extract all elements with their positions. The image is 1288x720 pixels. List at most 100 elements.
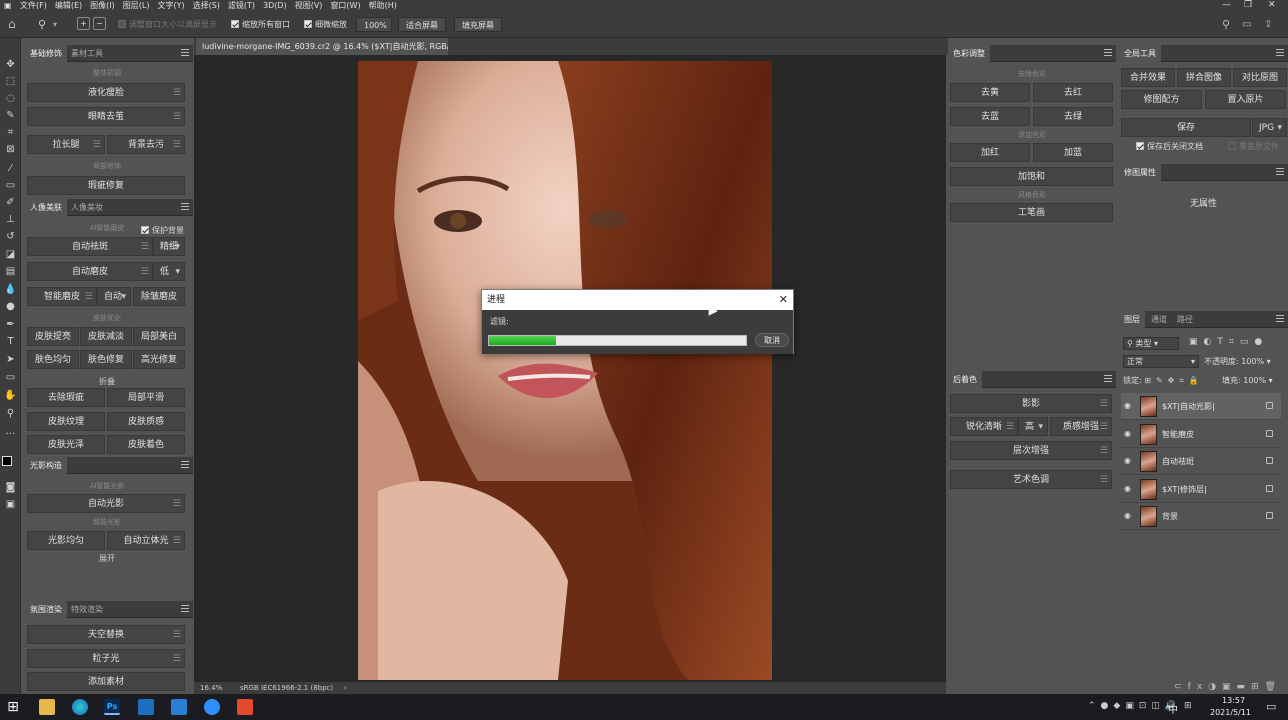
zoom-out-icon[interactable]: − <box>93 17 106 30</box>
layer-row[interactable]: ◉ $XT|自动光影| <box>1121 393 1281 420</box>
settings-icon[interactable]: ☰ <box>85 288 93 305</box>
menu-select[interactable]: 选择(S) <box>189 0 224 11</box>
tone-fix-button[interactable]: 肤色修复 <box>80 350 132 369</box>
panel-menu-icon[interactable] <box>181 461 189 468</box>
add-saturation-button[interactable]: 加饱和 <box>950 167 1113 186</box>
settings-icon[interactable]: ☰ <box>141 263 149 280</box>
frame-tool-icon[interactable]: ⊠ <box>4 143 17 156</box>
retouch-recipe-button[interactable]: 修图配方 <box>1121 90 1202 109</box>
even-tone-button[interactable]: 肤色均匀 <box>27 350 79 369</box>
tab-paths[interactable]: 路径 <box>1172 311 1198 328</box>
move-tool-icon[interactable]: ✥ <box>4 58 17 71</box>
eye-icon[interactable]: ◉ <box>1124 512 1134 520</box>
sharpen-button[interactable]: 锐化清晰 ☰ <box>950 417 1018 436</box>
gongbi-button[interactable]: 工笔画 <box>950 203 1113 222</box>
auto-3d-light-button[interactable]: 自动立体光 ☰ <box>107 531 185 550</box>
menu-3d[interactable]: 3D(D) <box>259 0 291 11</box>
auto-smooth-level-select[interactable]: 低 <box>153 262 185 281</box>
panel-menu-icon[interactable] <box>1104 375 1112 382</box>
settings-icon[interactable]: ☰ <box>1100 471 1108 488</box>
wrinkle-button[interactable]: 除皱磨皮 <box>133 287 185 306</box>
layer-row[interactable]: ◉ 自动祛斑 <box>1121 448 1281 475</box>
eyedropper-tool-icon[interactable]: ⁄ <box>4 162 17 175</box>
home-icon[interactable]: ⌂ <box>8 17 16 32</box>
merge-effects-button[interactable]: 合并效果 <box>1121 68 1175 87</box>
tab-post-color[interactable]: 后着色 <box>948 371 982 388</box>
file-explorer-icon[interactable] <box>39 699 55 715</box>
portrait-photo[interactable] <box>358 61 772 680</box>
place-original-button[interactable]: 置入原片 <box>1205 90 1286 109</box>
windows-start-icon[interactable]: ⊞ <box>5 699 21 715</box>
status-chevron-icon[interactable]: › <box>344 682 347 694</box>
collapse-link[interactable]: 折叠 <box>25 376 189 387</box>
skin-texture-button[interactable]: 皮肤纹理 <box>27 412 105 431</box>
tab-global-tools[interactable]: 全局工具 <box>1119 45 1161 62</box>
more-tools-icon[interactable]: … <box>4 425 17 438</box>
sky-replace-button[interactable]: 天空替换 ☰ <box>27 625 185 644</box>
skin-color-button[interactable]: 皮肤着色 <box>107 435 185 454</box>
tab-light-shadow[interactable]: 光影构造 <box>25 457 67 474</box>
layer-row[interactable]: ◉ 智能磨皮 <box>1121 421 1281 448</box>
ps-logo-icon[interactable]: ▣ <box>0 0 16 11</box>
search-icon[interactable]: ⚲ <box>1222 17 1230 32</box>
art-tone-button[interactable]: 艺术色调 ☰ <box>950 470 1112 489</box>
smart-smooth-mode-select[interactable]: 自动 <box>97 287 131 306</box>
shadow-button[interactable]: 影影 ☰ <box>950 394 1112 413</box>
remove-red-button[interactable]: 去红 <box>1033 83 1113 102</box>
zoom-tool-icon[interactable]: ⚲ <box>38 17 46 32</box>
panel-menu-icon[interactable] <box>1276 49 1284 56</box>
protect-bg-checkbox[interactable]: 保护背景 <box>141 225 184 236</box>
expand-link[interactable]: 展开 <box>25 553 189 564</box>
particle-light-button[interactable]: 粒子光 ☰ <box>27 649 185 668</box>
close-after-save-checkbox[interactable]: 保存后关闭文档 <box>1136 141 1203 152</box>
tab-channels[interactable]: 通道 <box>1146 311 1172 328</box>
color-profile[interactable]: sRGB IEC61966-2.1 (8bpc) <box>240 682 333 694</box>
tab-atmosphere[interactable]: 氛围渲染 <box>25 601 67 618</box>
overwrite-checkbox[interactable]: 覆盖原文件 <box>1228 141 1279 152</box>
gradient-tool-icon[interactable]: ▤ <box>4 265 17 278</box>
zoom-in-icon[interactable]: + <box>77 17 90 30</box>
format-select[interactable]: JPG <box>1252 118 1287 137</box>
opacity-value[interactable]: 100% <box>1241 357 1264 366</box>
lock-icons[interactable]: ⊞✎✥⌗🔒 <box>1144 376 1204 385</box>
settings-icon[interactable]: ☰ <box>173 136 181 153</box>
menu-filter[interactable]: 滤镜(T) <box>224 0 259 11</box>
tool-preset-chevron-icon[interactable]: ▾ <box>53 17 57 32</box>
blur-tool-icon[interactable]: 💧 <box>4 283 17 296</box>
brush-tool-icon[interactable]: ✐ <box>4 196 17 209</box>
add-blue-button[interactable]: 加蓝 <box>1033 143 1113 162</box>
layer-row[interactable]: ◉ $XT|修饰层| <box>1121 476 1281 503</box>
layer-boost-button[interactable]: 层次增强 ☰ <box>950 441 1112 460</box>
pen-tool-icon[interactable]: ✒ <box>4 318 17 331</box>
menu-layer[interactable]: 图层(L) <box>119 0 154 11</box>
dialog-close-icon[interactable]: ✕ <box>779 290 788 310</box>
menu-file[interactable]: 文件(F) <box>16 0 51 11</box>
eraser-tool-icon[interactable]: ◪ <box>4 248 17 261</box>
scrubby-zoom-checkbox[interactable]: 细微缩放 <box>304 17 347 32</box>
tab-basic-retouch[interactable]: 基础修饰 <box>25 45 67 62</box>
settings-icon[interactable]: ☰ <box>173 84 181 101</box>
stamp-tool-icon[interactable]: ⊥ <box>4 213 17 226</box>
smart-smooth-button[interactable]: 智能磨皮 ☰ <box>27 287 97 306</box>
tab-portrait-skin[interactable]: 人像美肤 <box>25 199 67 216</box>
screen-mode-icon[interactable]: ▣ <box>4 498 17 511</box>
resize-windows-checkbox[interactable]: 调整窗口大小以满屏显示 <box>118 17 217 32</box>
app-icon[interactable] <box>138 699 154 715</box>
flatten-image-button[interactable]: 拼合图像 <box>1177 68 1231 87</box>
tab-color-adjust[interactable]: 色彩调整 <box>948 45 990 62</box>
fit-screen-button[interactable]: 适合屏幕 <box>398 17 446 32</box>
sharpen-level-select[interactable]: 高 <box>1018 417 1048 436</box>
blemish-fix-button[interactable]: 瑕疵修复 <box>27 176 185 195</box>
skin-bright-button[interactable]: 皮肤提亮 <box>27 327 79 346</box>
save-button[interactable]: 保存 <box>1121 118 1251 137</box>
notification-icon[interactable]: ▭ <box>1266 700 1276 713</box>
share-icon[interactable]: ⇪ <box>1264 17 1272 32</box>
auto-spot-button[interactable]: 自动祛斑 ☰ <box>27 237 153 256</box>
app-icon[interactable] <box>237 699 253 715</box>
tab-layers[interactable]: 图层 <box>1119 311 1145 328</box>
tab-portrait-makeup[interactable]: 人像美妆 <box>66 199 108 216</box>
eye-icon[interactable]: ◉ <box>1124 430 1134 438</box>
auto-spot-level-select[interactable]: 精细 <box>153 237 185 256</box>
app-icon[interactable] <box>171 699 187 715</box>
fill-value[interactable]: 100% <box>1243 376 1266 385</box>
